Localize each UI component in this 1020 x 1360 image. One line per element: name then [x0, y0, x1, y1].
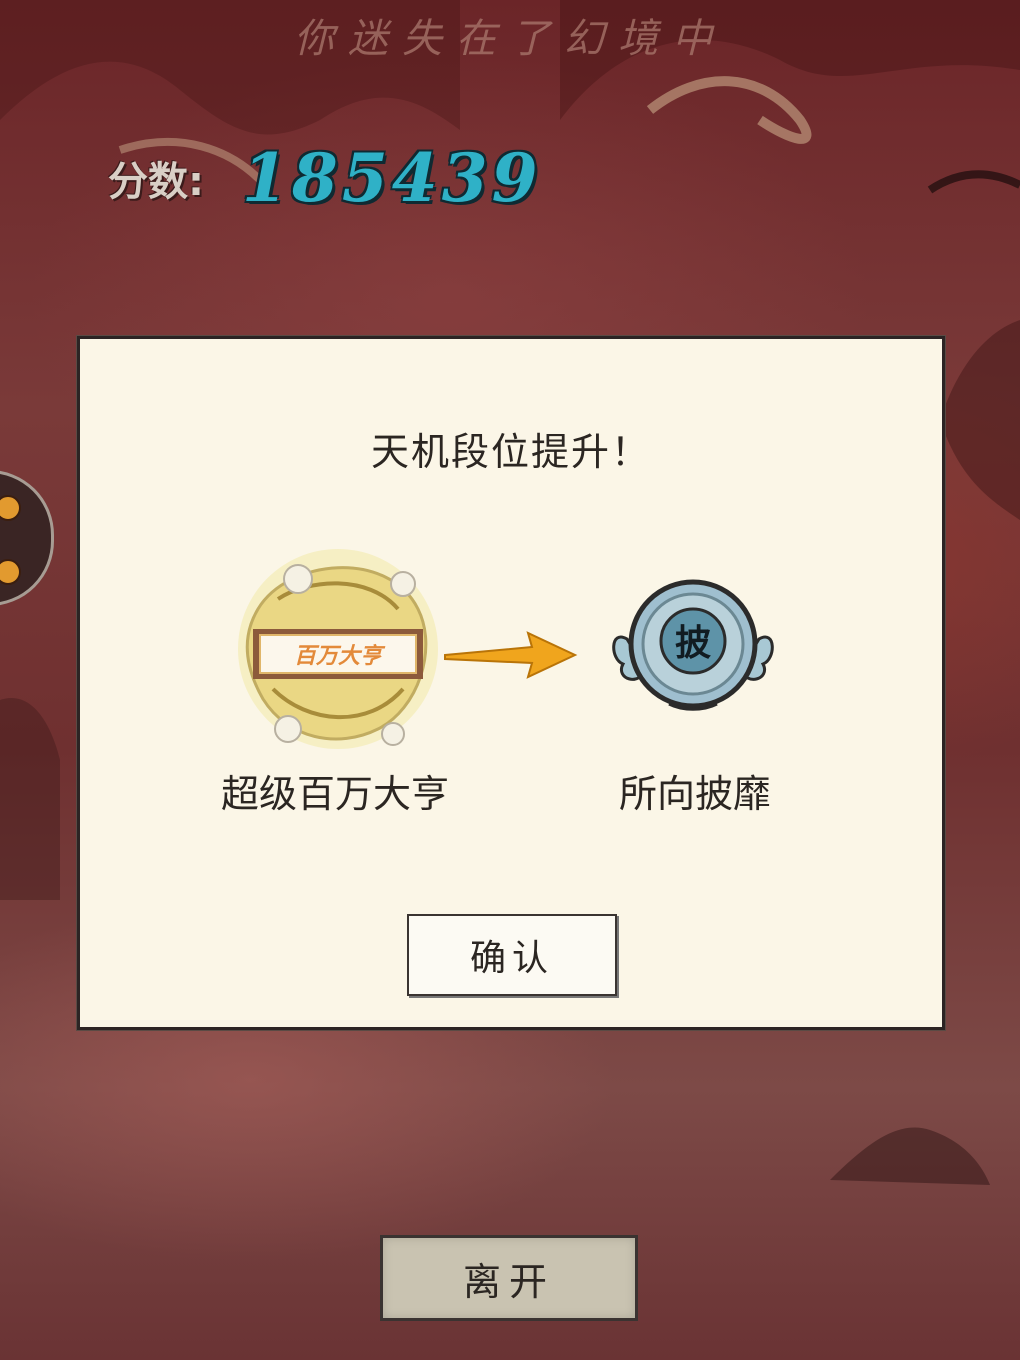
score-display: 分数: 185439: [108, 138, 542, 218]
side-dot-icon: [0, 559, 21, 585]
score-value: 185439: [242, 139, 542, 217]
right-arrow-icon: [444, 631, 578, 679]
top-caption: 你迷失在了幻境中: [294, 16, 726, 62]
old-rank-label: 超级百万大亨: [220, 772, 449, 816]
dialog-title: 天机段位提升！: [370, 430, 651, 474]
new-rank-label: 所向披靡: [618, 772, 771, 816]
rank-up-dialog: 天机段位提升！ 百万大亨 披 超级百万大亨 所向披靡 确认: [77, 336, 945, 1030]
side-dot-icon: [0, 495, 21, 521]
leave-button[interactable]: 离开: [380, 1235, 638, 1321]
new-rank-badge-text: 披: [675, 623, 711, 664]
golden-dragon-emblem-icon: 百万大亨: [238, 549, 438, 749]
score-label: 分数:: [108, 159, 204, 205]
winged-blue-medallion-icon: 披: [612, 579, 774, 711]
confirm-button[interactable]: 确认: [407, 914, 617, 996]
old-rank-badge-text: 百万大亨: [294, 643, 386, 669]
